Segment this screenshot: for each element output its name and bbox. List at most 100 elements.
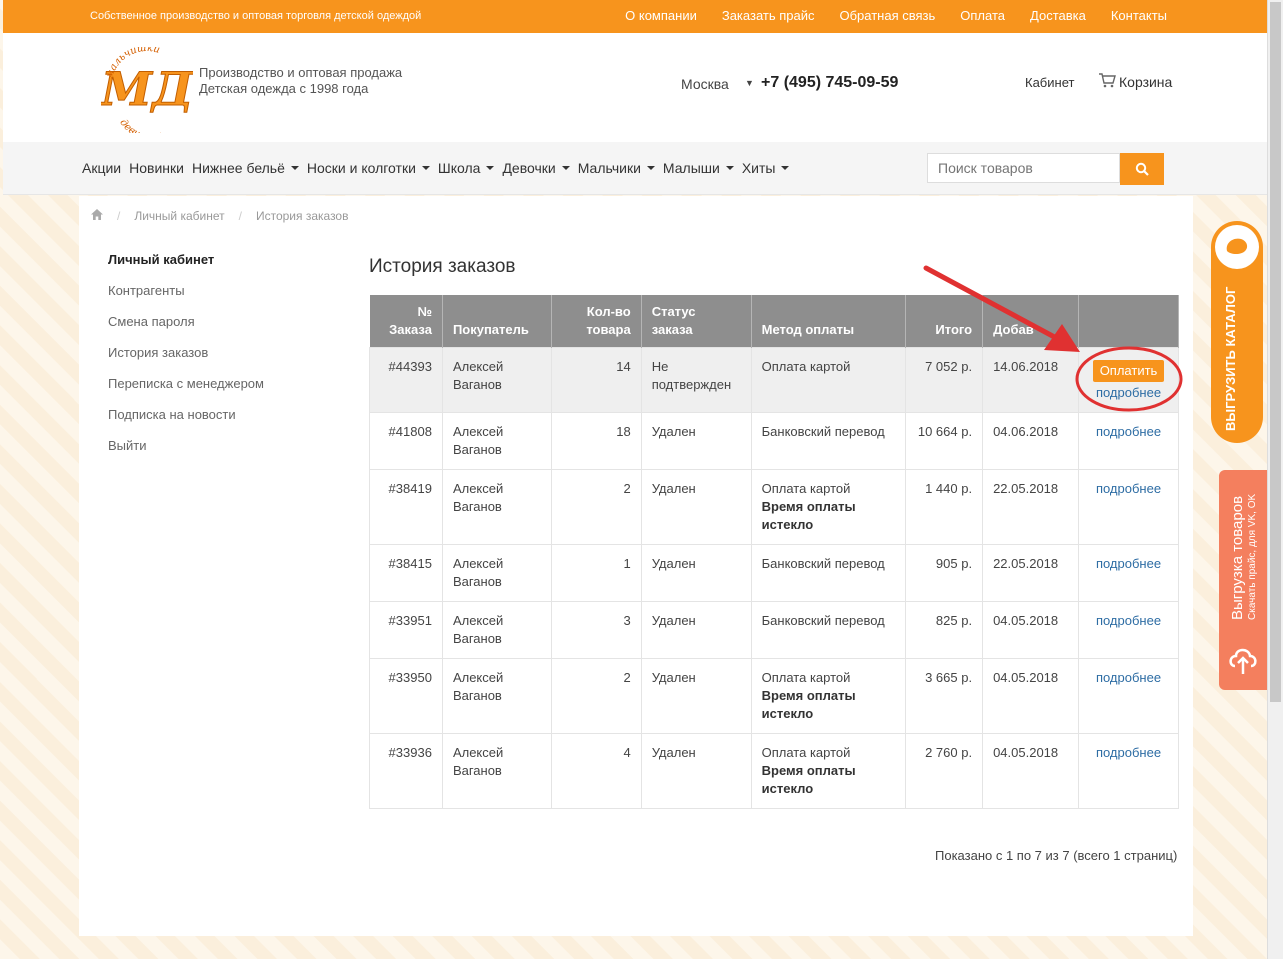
sidebar-title[interactable]: Личный кабинет bbox=[108, 252, 264, 267]
breadcrumb-separator: / bbox=[117, 209, 121, 223]
order-total: 2 760 р. bbox=[905, 733, 984, 809]
nav-item-socks[interactable]: Носки и колготки bbox=[307, 160, 430, 176]
chat-bubble-icon bbox=[1215, 225, 1259, 269]
order-details-link[interactable]: подробнее bbox=[1096, 424, 1161, 439]
city-selector[interactable]: Москва bbox=[681, 76, 729, 92]
breadcrumb: / Личный кабинет / История заказов bbox=[91, 209, 348, 223]
catalog-tab-label: ВЫГРУЗИТЬ КАТАЛОГ bbox=[1223, 286, 1238, 431]
orders-table: № Заказа Покупатель Кол-во товара Статус за… bbox=[369, 295, 1179, 809]
order-actions: подробнее bbox=[1078, 601, 1179, 659]
nav-item-promotions[interactable]: Акции bbox=[82, 160, 121, 176]
order-status: Удален bbox=[640, 658, 752, 734]
order-buyer: Алексей Ваганов bbox=[441, 412, 552, 470]
breadcrumb-order-history[interactable]: История заказов bbox=[256, 209, 349, 223]
city-dropdown-icon[interactable]: ▼ bbox=[745, 78, 754, 88]
order-date: 22.05.2018 bbox=[982, 544, 1079, 602]
sidebar-item-newsletter[interactable]: Подписка на новости bbox=[108, 407, 264, 422]
nav-item-underwear[interactable]: Нижнее бельё bbox=[192, 160, 299, 176]
breadcrumb-cabinet[interactable]: Личный кабинет bbox=[134, 209, 224, 223]
page-title: История заказов bbox=[369, 256, 516, 277]
account-sidebar: Личный кабинет Контрагенты Смена пароля … bbox=[108, 252, 264, 469]
order-number: #33950 bbox=[369, 658, 443, 734]
nav-item-hits[interactable]: Хиты bbox=[742, 160, 790, 176]
order-status: Удален bbox=[640, 544, 752, 602]
order-details-link[interactable]: подробнее bbox=[1096, 481, 1161, 496]
order-details-link[interactable]: подробнее bbox=[1096, 613, 1161, 628]
order-number: #33951 bbox=[369, 601, 443, 659]
order-status: Удален bbox=[640, 469, 752, 545]
topbar-link-feedback[interactable]: Обратная связь bbox=[840, 8, 936, 23]
order-actions: подробнее bbox=[1078, 544, 1179, 602]
top-bar: Собственное производство и оптовая торго… bbox=[3, 0, 1267, 33]
download-catalog-tab[interactable]: ВЫГРУЗИТЬ КАТАЛОГ bbox=[1211, 221, 1263, 443]
cart-icon[interactable] bbox=[1098, 72, 1116, 93]
tagline-line1: Производство и оптовая продажа bbox=[199, 65, 403, 80]
nav-item-girls[interactable]: Девочки bbox=[502, 160, 570, 176]
order-number: #33936 bbox=[369, 733, 443, 809]
sidebar-item-contractors[interactable]: Контрагенты bbox=[108, 283, 264, 298]
table-row: #33950 Алексей Ваганов 2 Удален Оплата ка… bbox=[369, 658, 1179, 734]
chevron-down-icon bbox=[486, 166, 495, 170]
order-quantity: 2 bbox=[550, 658, 642, 734]
col-header-status[interactable]: Статус заказа bbox=[641, 295, 752, 348]
chevron-down-icon bbox=[646, 166, 655, 170]
topbar-link-order-price[interactable]: Заказать прайс bbox=[722, 8, 815, 23]
sidebar-item-order-history[interactable]: История заказов bbox=[108, 345, 264, 360]
order-details-link[interactable]: подробнее bbox=[1096, 556, 1161, 571]
chevron-down-icon bbox=[421, 166, 430, 170]
order-quantity: 3 bbox=[550, 601, 642, 659]
scrollbar-thumb[interactable] bbox=[1270, 2, 1281, 702]
upload-tab-subtitle: Скачать прайс, для VK, OK bbox=[1247, 493, 1258, 620]
col-header-payment-method[interactable]: Метод оплаты bbox=[751, 295, 907, 348]
order-total: 825 р. bbox=[905, 601, 984, 659]
header-tagline: Производство и оптовая продажа Детская о… bbox=[199, 65, 402, 97]
topbar-link-contacts[interactable]: Контакты bbox=[1111, 8, 1167, 23]
upload-tab-title: Выгрузка товаров bbox=[1229, 495, 1246, 620]
order-total: 905 р. bbox=[905, 544, 984, 602]
home-icon[interactable] bbox=[91, 209, 103, 223]
sidebar-item-change-password[interactable]: Смена пароля bbox=[108, 314, 264, 329]
order-details-link[interactable]: подробнее bbox=[1096, 670, 1161, 685]
order-payment-method: Банковский перевод bbox=[750, 412, 907, 470]
order-status: Удален bbox=[640, 733, 752, 809]
topbar-link-about[interactable]: О компании bbox=[625, 8, 697, 23]
pagination-info: Показано с 1 по 7 из 7 (всего 1 страниц) bbox=[935, 848, 1178, 863]
order-quantity: 2 bbox=[550, 469, 642, 545]
topbar-link-payment[interactable]: Оплата bbox=[960, 8, 1005, 23]
search-icon bbox=[1135, 162, 1149, 176]
phone-number[interactable]: +7 (495) 745-09-59 bbox=[761, 74, 898, 92]
cabinet-link[interactable]: Кабинет bbox=[1025, 75, 1074, 90]
nav-item-new[interactable]: Новинки bbox=[129, 160, 184, 176]
order-buyer: Алексей Ваганов bbox=[441, 733, 552, 809]
table-row: #33936 Алексей Ваганов 4 Удален Оплата ка… bbox=[369, 733, 1179, 809]
col-header-quantity[interactable]: Кол-во товара bbox=[551, 295, 642, 348]
nav-item-babies[interactable]: Малыши bbox=[663, 160, 734, 176]
page-scrollbar[interactable] bbox=[1267, 0, 1283, 959]
search-button[interactable] bbox=[1120, 153, 1164, 185]
order-payment-method: Оплата картой bbox=[750, 347, 907, 413]
cloud-upload-icon bbox=[1227, 638, 1259, 683]
cart-link[interactable]: Корзина bbox=[1119, 74, 1172, 90]
order-number: #44393 bbox=[369, 347, 443, 413]
nav-item-school[interactable]: Школа bbox=[438, 160, 495, 176]
order-number: #38419 bbox=[369, 469, 443, 545]
sidebar-item-logout[interactable]: Выйти bbox=[108, 438, 264, 453]
order-date: 04.06.2018 bbox=[982, 412, 1079, 470]
tagline-line2: Детская одежда с 1998 года bbox=[199, 81, 369, 96]
topbar-tagline: Собственное производство и оптовая торго… bbox=[90, 10, 422, 22]
col-header-buyer[interactable]: Покупатель bbox=[442, 295, 552, 348]
col-header-order-number[interactable]: № Заказа bbox=[369, 295, 443, 348]
sidebar-item-manager-chat[interactable]: Переписка с менеджером bbox=[108, 376, 264, 391]
search-input[interactable] bbox=[927, 153, 1120, 183]
annotation-circle bbox=[1075, 346, 1183, 412]
site-logo[interactable]: МД мальчишки девчонки bbox=[99, 43, 195, 143]
order-quantity: 4 bbox=[550, 733, 642, 809]
topbar-link-delivery[interactable]: Доставка bbox=[1030, 8, 1086, 23]
topbar-links: О компании Заказать прайс Обратная связь… bbox=[625, 8, 1167, 23]
order-buyer: Алексей Ваганов bbox=[441, 347, 552, 413]
nav-item-boys[interactable]: Мальчики bbox=[578, 160, 655, 176]
order-date: 04.05.2018 bbox=[982, 658, 1079, 734]
order-details-link[interactable]: подробнее bbox=[1096, 745, 1161, 760]
upload-products-tab[interactable]: Выгрузка товаров Скачать прайс, для VK, … bbox=[1219, 470, 1267, 690]
table-row: #38419 Алексей Ваганов 2 Удален Оплата ка… bbox=[369, 469, 1179, 545]
